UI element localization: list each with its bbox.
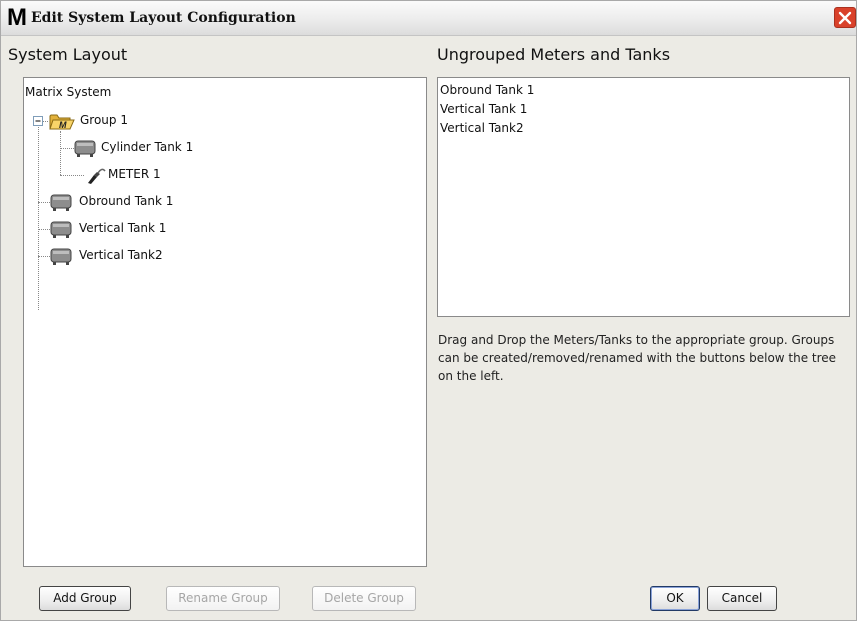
svg-text:M: M — [59, 120, 67, 130]
tree-connector — [43, 121, 48, 122]
tree-connector — [60, 175, 84, 176]
tree-connector — [38, 202, 50, 203]
add-group-button[interactable]: Add Group — [39, 586, 131, 611]
cancel-button[interactable]: Cancel — [707, 586, 777, 611]
tree-connector — [60, 131, 61, 175]
ungrouped-list[interactable]: Obround Tank 1 Vertical Tank 1 Vertical … — [437, 77, 850, 317]
collapse-toggle-icon[interactable] — [33, 116, 43, 126]
list-item[interactable]: Obround Tank 1 — [438, 81, 849, 100]
close-icon — [838, 11, 852, 25]
tree-connector — [38, 121, 39, 310]
tree-root-matrix-system[interactable]: Matrix System — [25, 85, 111, 99]
window-title: Edit System Layout Configuration — [31, 10, 296, 26]
list-item[interactable]: Vertical Tank 1 — [438, 100, 849, 119]
tree-item-label: Group 1 — [80, 113, 128, 127]
edit-system-layout-dialog: M Edit System Layout Configuration Syste… — [0, 0, 857, 621]
tree-item-cylinder-tank-1[interactable]: Cylinder Tank 1 — [74, 138, 204, 158]
folder-icon: M — [49, 114, 75, 130]
meter-nozzle-icon — [88, 168, 106, 184]
list-item[interactable]: Vertical Tank2 — [438, 119, 849, 138]
tank-icon — [74, 140, 96, 157]
tank-icon — [50, 248, 72, 265]
tree-item-label: Vertical Tank 1 — [79, 221, 167, 235]
tree-item-obround-tank-1[interactable]: Obround Tank 1 — [50, 192, 190, 212]
instructions-text: Drag and Drop the Meters/Tanks to the ap… — [438, 333, 837, 383]
tank-icon — [50, 221, 72, 238]
tank-icon — [50, 194, 72, 211]
tree-item-label: Cylinder Tank 1 — [101, 140, 194, 154]
ok-button[interactable]: OK — [650, 586, 700, 611]
tree-connector — [38, 256, 50, 257]
title-bar: M Edit System Layout Configuration — [1, 1, 856, 36]
system-layout-tree[interactable]: Matrix System M Group 1 Cylinder Tank 1 … — [23, 77, 427, 567]
tree-item-group-1[interactable]: M Group 1 — [49, 111, 169, 131]
tree-item-label: METER 1 — [108, 167, 161, 181]
close-button[interactable] — [834, 7, 856, 28]
rename-group-button[interactable]: Rename Group — [166, 586, 280, 611]
tree-item-label: Obround Tank 1 — [79, 194, 174, 208]
app-logo-icon: M — [7, 4, 27, 31]
tree-item-meter-1[interactable]: METER 1 — [84, 165, 194, 185]
tree-connector — [60, 148, 74, 149]
tree-connector — [38, 229, 50, 230]
ungrouped-heading: Ungrouped Meters and Tanks — [437, 45, 671, 64]
tree-item-vertical-tank2[interactable]: Vertical Tank2 — [50, 246, 190, 266]
system-layout-heading: System Layout — [8, 45, 128, 64]
tree-item-label: Vertical Tank2 — [79, 248, 163, 262]
delete-group-button[interactable]: Delete Group — [312, 586, 416, 611]
tree-item-vertical-tank-1[interactable]: Vertical Tank 1 — [50, 219, 190, 239]
